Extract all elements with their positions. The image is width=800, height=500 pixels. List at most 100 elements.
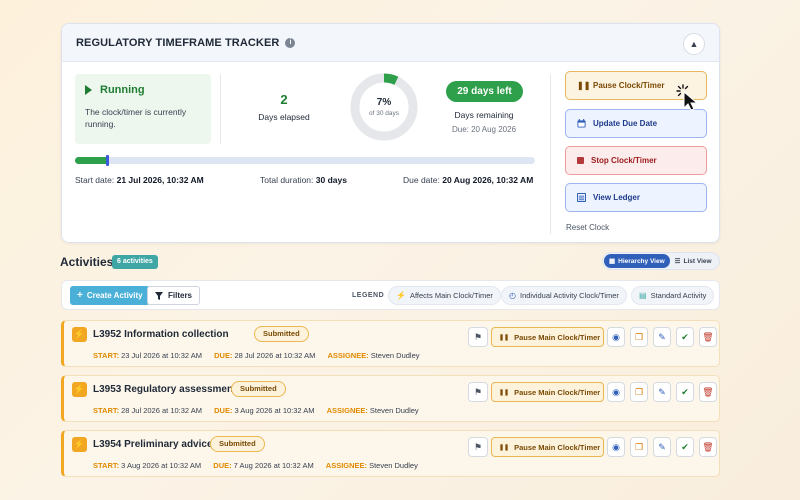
due-key: DUE:: [214, 406, 233, 415]
plus-icon: +: [77, 290, 83, 301]
trash-icon: 🗑: [702, 387, 714, 397]
hierarchy-view-button[interactable]: ▦ Hierarchy View: [604, 254, 670, 268]
collapse-button[interactable]: ▲: [683, 33, 705, 55]
delete-button[interactable]: 🗑: [699, 327, 717, 347]
status-description: The clock/timer is currently running.: [85, 107, 187, 129]
progress-sub-label: of 30 days: [369, 110, 399, 117]
assignee-value: Steven Dudley: [369, 461, 418, 470]
pause-icon: ❚❚: [499, 444, 510, 451]
clock-icon: ◴: [509, 291, 516, 300]
view-toggle: ▦ Hierarchy View ☰ List View: [602, 252, 720, 270]
filters-button[interactable]: Filters: [147, 286, 201, 305]
divider: [220, 74, 221, 144]
activity-name[interactable]: L3954 Preliminary advice: [93, 439, 213, 450]
copy-icon: ❐: [634, 332, 644, 342]
tracker-title: REGULATORY TIMEFRAME TRACKER: [76, 36, 280, 49]
activity-meta: START: 23 Jul 2026 at 10:32 AM DUE: 28 Jul…: [93, 351, 420, 360]
edit-button[interactable]: ✎: [653, 382, 671, 402]
due-value: 3 Aug 2026 at 10:32 AM: [234, 406, 315, 415]
copy-button[interactable]: ❐: [630, 382, 648, 402]
delete-button[interactable]: 🗑: [699, 437, 717, 457]
start-value: 23 Jul 2026 at 10:32 AM: [121, 351, 203, 360]
stop-icon: [577, 157, 584, 164]
document-icon: ▤: [639, 291, 647, 300]
status-badge: Submitted: [231, 381, 286, 397]
assignee-key: ASSIGNEE:: [325, 461, 368, 470]
pause-main-clock-button[interactable]: ❚❚ Pause Main Clock/Timer: [491, 327, 604, 347]
tag-button[interactable]: ⚑: [468, 382, 488, 402]
trash-icon: 🗑: [702, 332, 714, 342]
activity-name[interactable]: L3953 Regulatory assessment: [93, 384, 236, 395]
delete-button[interactable]: 🗑: [699, 382, 717, 402]
check-icon: ✔: [681, 332, 689, 342]
status-box: Running The clock/timer is currently run…: [75, 74, 211, 144]
ledger-icon: [577, 193, 586, 202]
days-elapsed-label: Days elapsed: [258, 112, 310, 122]
assignee-key: ASSIGNEE:: [326, 406, 368, 415]
bolt-icon: ⚡: [396, 291, 406, 300]
due-value: 7 Aug 2026 at 10:32 AM: [233, 461, 314, 470]
mouse-cursor-icon: [676, 84, 699, 111]
activity-row[interactable]: ⚡ L3954 Preliminary advice Submitted STA…: [61, 430, 720, 477]
pencil-icon: ✎: [658, 332, 666, 342]
legend-label: LEGEND: [352, 292, 385, 299]
start-key: START:: [93, 406, 120, 415]
activity-row[interactable]: ⚡ L3952 Information collection Submitted…: [61, 320, 720, 367]
legend-standard-activity: ▤ Standard Activity: [631, 286, 715, 305]
complete-button[interactable]: ✔: [676, 382, 694, 402]
calendar-icon: [577, 119, 586, 128]
pause-main-clock-button[interactable]: ❚❚ Pause Main Clock/Timer: [491, 437, 604, 457]
activity-row[interactable]: ⚡ L3953 Regulatory assessment Submitted …: [61, 375, 720, 422]
stop-clock-button[interactable]: Stop Clock/Timer: [565, 146, 707, 175]
tag-button[interactable]: ⚑: [468, 437, 488, 457]
assignee-key: ASSIGNEE:: [327, 351, 369, 360]
view-ledger-button[interactable]: View Ledger: [565, 183, 707, 212]
reset-clock-link[interactable]: Reset Clock: [566, 223, 609, 232]
eye-icon: ◉: [612, 332, 620, 342]
view-button[interactable]: ◉: [607, 437, 625, 457]
activities-heading: Activities: [60, 255, 114, 269]
tag-icon: ⚑: [473, 387, 483, 397]
activity-name[interactable]: L3952 Information collection: [93, 329, 229, 340]
days-remaining-label: Days remaining: [454, 110, 514, 120]
days-left-badge: 29 days left: [446, 81, 523, 102]
activity-meta: START: 28 Jul 2026 at 10:32 AM DUE: 3 Aug …: [93, 406, 419, 415]
assignee-value: Steven Dudley: [370, 351, 420, 360]
bolt-icon: ⚡: [72, 382, 87, 397]
copy-icon: ❐: [634, 442, 644, 452]
start-value: 3 Aug 2026 at 10:32 AM: [121, 461, 202, 470]
tag-icon: ⚑: [473, 332, 483, 342]
total-duration: Total duration: 30 days: [260, 175, 347, 185]
pause-main-clock-button[interactable]: ❚❚ Pause Main Clock/Timer: [491, 382, 604, 402]
timeline-progress-bar: [75, 155, 535, 166]
days-elapsed-value: 2: [280, 92, 288, 107]
info-icon[interactable]: i: [285, 37, 296, 48]
edit-button[interactable]: ✎: [653, 327, 671, 347]
eye-icon: ◉: [612, 387, 620, 397]
tag-button[interactable]: ⚑: [468, 327, 488, 347]
timeframe-tracker-panel: REGULATORY TIMEFRAME TRACKER i ▲ Running…: [61, 23, 720, 243]
tracker-header: REGULATORY TIMEFRAME TRACKER i: [62, 24, 719, 62]
pause-icon: ❚❚: [499, 389, 510, 396]
pause-icon: ❚❚: [499, 334, 510, 341]
timeline-progress-fill: [75, 157, 108, 164]
list-view-button[interactable]: ☰ List View: [670, 254, 717, 268]
copy-button[interactable]: ❐: [630, 437, 648, 457]
complete-button[interactable]: ✔: [676, 437, 694, 457]
timeline-marker: [106, 155, 110, 166]
view-button[interactable]: ◉: [607, 327, 625, 347]
divider: [550, 74, 551, 234]
edit-button[interactable]: ✎: [653, 437, 671, 457]
copy-button[interactable]: ❐: [630, 327, 648, 347]
pencil-icon: ✎: [658, 387, 666, 397]
list-icon: ☰: [674, 258, 681, 265]
view-button[interactable]: ◉: [607, 382, 625, 402]
complete-button[interactable]: ✔: [676, 327, 694, 347]
eye-icon: ◉: [612, 442, 620, 452]
update-due-date-button[interactable]: Update Due Date: [565, 109, 707, 138]
due-date-summary: Due: 20 Aug 2026: [451, 125, 517, 134]
due-key: DUE:: [214, 351, 233, 360]
play-icon: [85, 85, 92, 95]
create-activity-button[interactable]: + Create Activity: [70, 286, 150, 305]
filter-icon: [155, 291, 163, 300]
